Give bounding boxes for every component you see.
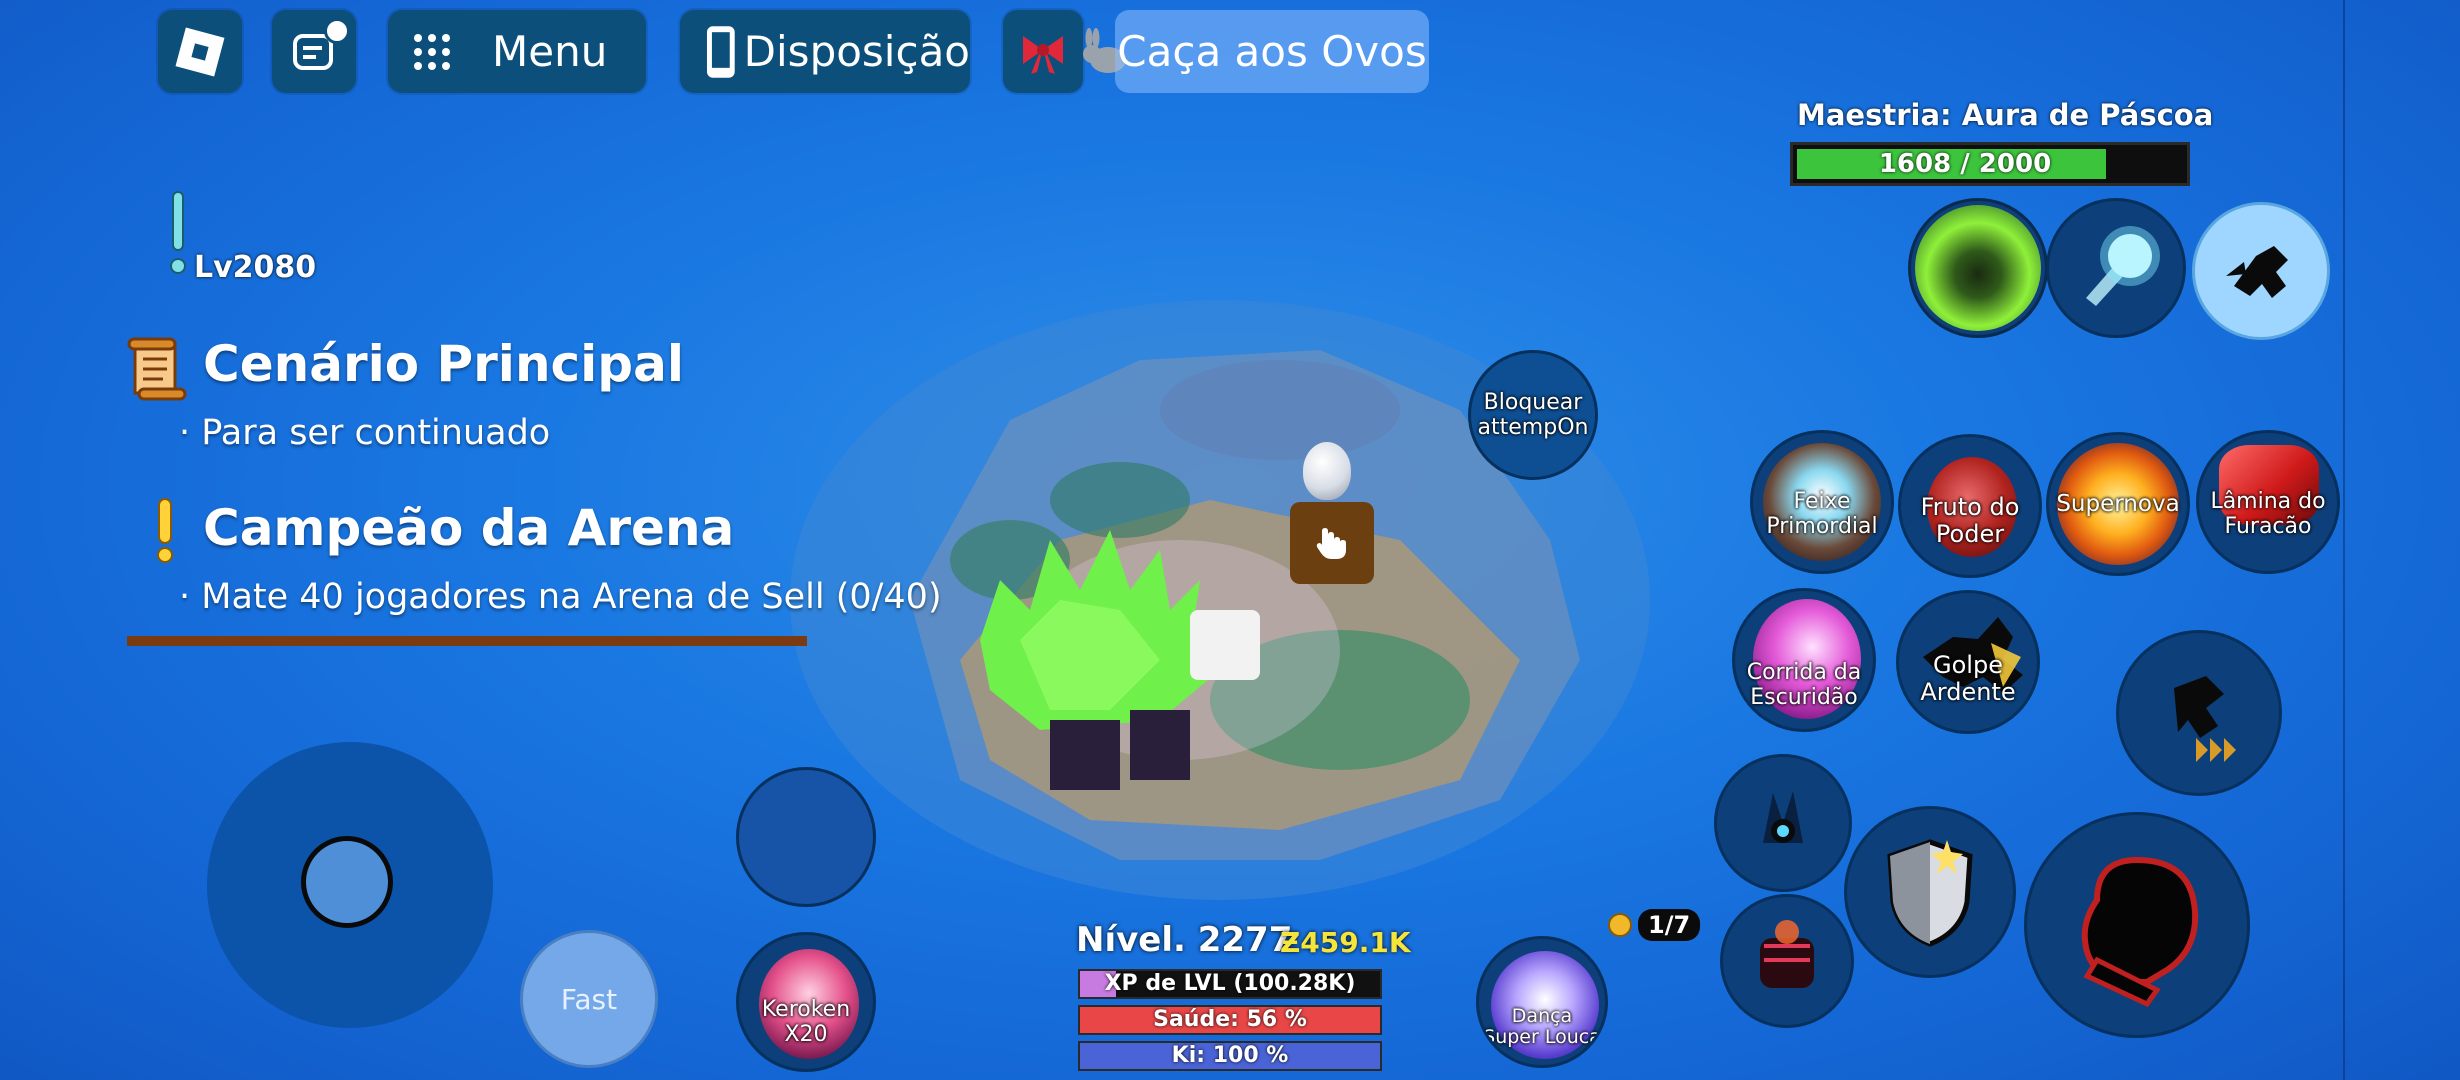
player-level: Nível. 2277 bbox=[1076, 920, 1293, 960]
fast-label: Fast bbox=[560, 982, 618, 1016]
xp-bar: XP de LVL (100.28K) bbox=[1078, 969, 1382, 999]
shield-icon bbox=[1887, 839, 1973, 947]
character-graphic bbox=[980, 530, 1260, 790]
event-label: Caça aos Ovos bbox=[1117, 27, 1427, 76]
skill-corrida-label: Corrida da Escuridão bbox=[1746, 660, 1862, 710]
joystick-thumb[interactable] bbox=[301, 836, 393, 928]
skill-lamina-do-furacao[interactable]: Lâmina do Furacão bbox=[2196, 430, 2340, 574]
mastery-title: Maestria: Aura de Páscoa bbox=[1797, 98, 2214, 132]
quest-arena-title: Campeão da Arena bbox=[203, 499, 735, 557]
roblox-logo-button[interactable] bbox=[158, 10, 242, 93]
menu-button[interactable]: Menu bbox=[388, 10, 646, 93]
ki-charge-icon bbox=[1763, 791, 1803, 843]
dash-button[interactable] bbox=[2116, 630, 2282, 796]
layout-button[interactable]: Disposição bbox=[680, 10, 970, 93]
skill-golpe-ardente[interactable]: Golpe Ardente bbox=[1896, 590, 2040, 734]
health-bar-text: Saúde: 56 % bbox=[1153, 1007, 1307, 1032]
skill-danca-label: Dança Super Louca bbox=[1483, 1005, 1601, 1048]
notification-dot bbox=[324, 18, 350, 44]
skill-golpe-label: Golpe Ardente bbox=[1920, 651, 2016, 706]
health-bar: Saúde: 56 % bbox=[1078, 1005, 1382, 1035]
block-shield-button[interactable] bbox=[1844, 806, 2016, 978]
ki-bar: Ki: 100 % bbox=[1078, 1041, 1382, 1071]
fist-icon bbox=[1760, 920, 1814, 988]
charge-counter: 1/7 bbox=[1608, 908, 1701, 942]
boxing-glove-icon bbox=[2081, 856, 2199, 1008]
event-tab[interactable]: Caça aos Ovos bbox=[1115, 10, 1429, 93]
counter-text: 1/7 bbox=[1638, 909, 1701, 941]
fast-button[interactable]: Fast bbox=[520, 930, 658, 1068]
mastery-bar: 1608 / 2000 bbox=[1790, 142, 2190, 186]
currency-amount: Ƶ459.1K bbox=[1280, 926, 1411, 959]
quest-divider bbox=[127, 636, 807, 646]
alert-marker bbox=[170, 190, 186, 280]
mastery-bar-text: 1608 / 2000 bbox=[1878, 149, 2052, 179]
skill-keroken-label: Keroken X20 bbox=[761, 997, 851, 1047]
skill-lamina-label: Lâmina do Furacão bbox=[2210, 489, 2326, 539]
menu-label: Menu bbox=[492, 27, 608, 76]
flight-icon bbox=[2226, 246, 2288, 298]
event-gift-button[interactable] bbox=[1003, 10, 1083, 93]
quest-arena-subtitle: · Mate 40 jogadores na Arena de Sell (0/… bbox=[179, 577, 942, 617]
chat-button[interactable] bbox=[272, 10, 356, 93]
empty-skill-slot[interactable] bbox=[736, 767, 876, 907]
phone-icon bbox=[706, 25, 735, 78]
bow-icon bbox=[1023, 35, 1063, 74]
ki-blast-button[interactable] bbox=[2046, 198, 2186, 338]
interact-button[interactable] bbox=[1290, 502, 1374, 584]
ki-bar-text: Ki: 100 % bbox=[1171, 1043, 1289, 1068]
skill-feixe-label: Feixe Primordial bbox=[1766, 489, 1878, 539]
aura-transform-button[interactable] bbox=[1908, 198, 2048, 338]
exclamation-icon bbox=[170, 191, 186, 274]
skill-supernova-label: Supernova bbox=[2056, 490, 2180, 517]
player-character bbox=[960, 520, 1280, 810]
quest-main-title: Cenário Principal bbox=[203, 335, 684, 393]
ki-charge-button[interactable] bbox=[1714, 754, 1852, 892]
scroll-icon bbox=[127, 337, 187, 401]
aura-art bbox=[1915, 205, 2041, 331]
skill-supernova[interactable]: Supernova bbox=[2046, 432, 2190, 576]
quest-main-subtitle: · Para ser continuado bbox=[179, 413, 551, 453]
player-level-tag: Lv2080 bbox=[194, 250, 317, 285]
energy-blast-icon bbox=[2086, 226, 2160, 306]
movement-joystick[interactable] bbox=[207, 742, 493, 1028]
exclamation-icon bbox=[157, 498, 173, 563]
block-button-label: Bloquear attempOn bbox=[1477, 390, 1589, 440]
layout-label: Disposição bbox=[743, 27, 970, 76]
screen-edge-divider bbox=[2343, 0, 2345, 1080]
block-button[interactable]: Bloquear attempOn bbox=[1468, 350, 1598, 480]
skill-fruto-label: Fruto do Poder bbox=[1920, 493, 2020, 548]
attack-button[interactable] bbox=[2024, 812, 2250, 1038]
skill-fruto-do-poder[interactable]: Fruto do Poder bbox=[1898, 434, 2042, 578]
roblox-icon bbox=[175, 27, 225, 76]
dash-icon bbox=[2174, 676, 2236, 762]
hand-pointer-icon bbox=[1316, 528, 1346, 559]
grid-icon bbox=[414, 33, 450, 70]
xp-bar-text: XP de LVL (100.28K) bbox=[1104, 971, 1356, 996]
skill-keroken[interactable]: Keroken X20 bbox=[736, 932, 876, 1072]
flight-button[interactable] bbox=[2192, 202, 2330, 340]
skill-feixe-primordial[interactable]: Feixe Primordial bbox=[1750, 430, 1894, 574]
skill-danca-super-louca[interactable]: Dança Super Louca bbox=[1476, 936, 1608, 1068]
egg-item bbox=[1303, 442, 1351, 500]
heavy-punch-button[interactable] bbox=[1720, 894, 1854, 1028]
coin-icon bbox=[1608, 913, 1632, 937]
skill-corrida-da-escuridao[interactable]: Corrida da Escuridão bbox=[1732, 588, 1876, 732]
